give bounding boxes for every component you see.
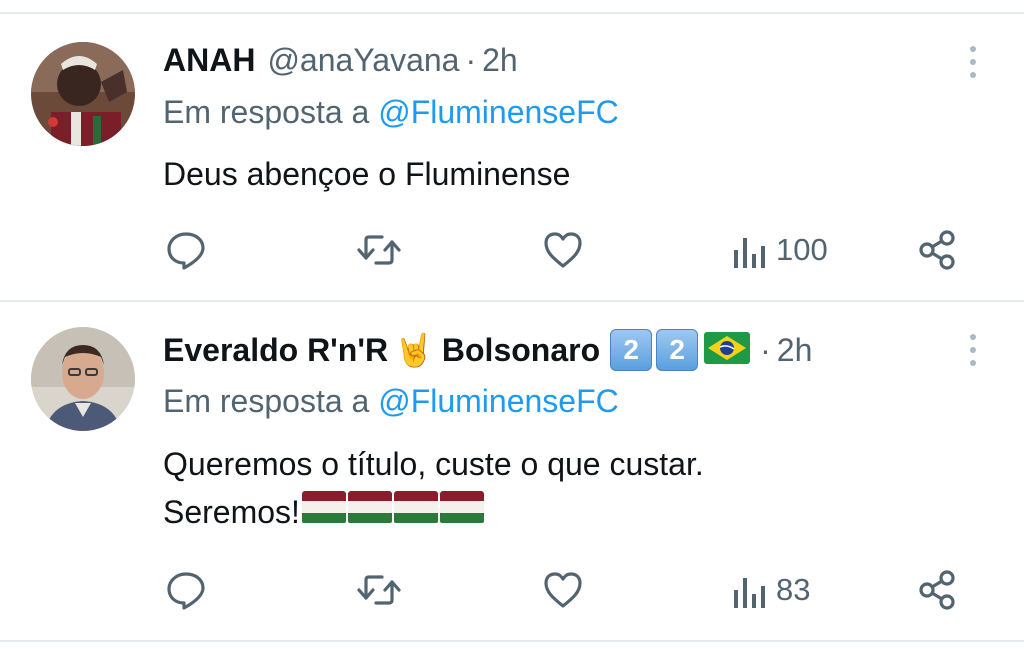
views-count: 83 [776,572,811,607]
separator-dot: · [760,331,771,368]
share-icon [919,570,955,610]
avatar[interactable] [31,327,135,431]
top-divider [0,12,1024,14]
avatar[interactable] [31,42,135,146]
fluminense-flag-icon [393,488,438,536]
display-name-part1[interactable]: Everaldo R'n'R [163,332,388,369]
more-options-button[interactable] [958,42,988,82]
tweet-divider [0,300,1024,302]
username-handle[interactable]: @anaYavana [267,42,459,79]
display-name-part2[interactable]: Bolsonaro [442,332,600,369]
more-options-button[interactable] [958,330,988,370]
reply-context: Em resposta a @FluminenseFC [163,383,619,420]
reply-prefix: Em resposta a [163,383,379,419]
retweet-icon [357,235,401,265]
tweet-text: Deus abençoe o Fluminense [163,150,570,198]
tweet-text-line: Deus abençoe o Fluminense [163,156,571,192]
tweet-text-line: Seremos! [163,494,300,530]
keycap-badge: 2 [610,329,653,371]
share-button[interactable] [916,225,960,275]
like-button[interactable] [541,225,585,275]
views-icon [734,238,765,268]
reply-icon [167,572,205,610]
bottom-divider [0,640,1024,642]
reply-prefix: Em resposta a [163,94,379,130]
reply-context: Em resposta a @FluminenseFC [163,94,619,131]
like-button[interactable] [541,565,585,615]
timestamp[interactable]: 2h [777,332,813,369]
tweet-text-line-2: Seremos! [163,488,704,536]
reply-mention-link[interactable]: @FluminenseFC [378,94,619,130]
display-name[interactable]: ANAH [163,42,255,79]
keycap-badge: 2 [656,329,699,371]
share-icon [919,230,955,270]
reply-mention-link[interactable]: @FluminenseFC [378,383,619,419]
views-button[interactable]: 83 [730,565,810,615]
tweet-text: Queremos o título, custe o que custar. S… [163,440,704,536]
action-bar: 100 [0,225,1024,275]
rock-hand-emoji: 🤘 [394,332,434,368]
tweet-text-line: Queremos o título, custe o que custar. [163,446,704,482]
views-button[interactable]: 100 [730,225,828,275]
reply-button[interactable] [164,565,208,615]
more-icon [970,334,976,366]
action-bar: 83 [0,565,1024,615]
tweet-header: ANAH @anaYavana · 2h [163,38,518,82]
share-button[interactable] [916,565,960,615]
fluminense-flag-icon [301,488,346,536]
brazil-flag-icon [704,331,751,369]
like-icon [544,232,582,268]
reply-button[interactable] [164,225,208,275]
fluminense-flag-icon [439,488,484,536]
retweet-button[interactable] [356,225,402,275]
retweet-button[interactable] [356,565,402,615]
separator-dot: · [465,41,477,78]
fluminense-flag-icon [347,488,392,536]
like-icon [544,572,582,608]
views-count: 100 [776,232,828,267]
timestamp[interactable]: 2h [482,42,518,79]
views-icon [734,578,765,608]
more-icon [970,46,976,78]
reply-icon [167,232,205,270]
tweet-header: Everaldo R'n'R 🤘 Bolsonaro 2 2 · 2h [163,326,812,374]
retweet-icon [357,575,401,605]
